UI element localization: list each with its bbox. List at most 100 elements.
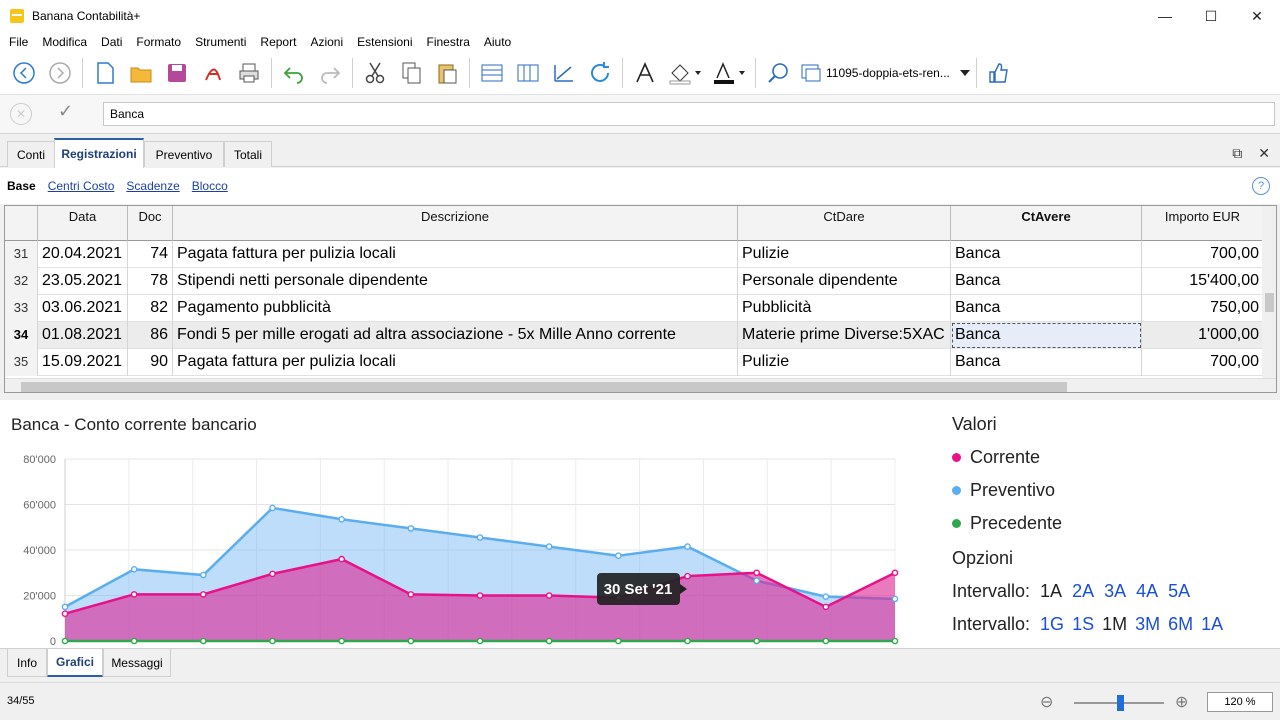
help-icon[interactable]: ?	[1252, 177, 1270, 195]
menu-strumenti[interactable]: Strumenti	[188, 35, 253, 49]
scroll-thumb[interactable]	[1265, 293, 1274, 312]
cell-ctavere-focused[interactable]: Banca	[951, 322, 1142, 349]
cell-importo[interactable]: 750,00	[1142, 295, 1264, 322]
table-row[interactable]: 35 15.09.2021 90 Pagata fattura per puli…	[5, 349, 1264, 376]
zoom-in-icon[interactable]: ⊕	[1175, 692, 1188, 712]
cell-ctavere[interactable]: Banca	[951, 349, 1142, 376]
open-folder-icon[interactable]	[127, 59, 155, 87]
legend-item-precedente[interactable]: Precedente	[952, 513, 1223, 534]
tab-preventivo[interactable]: Preventivo	[144, 141, 224, 167]
cancel-edit-icon[interactable]: ✕	[10, 103, 32, 125]
print-icon[interactable]	[235, 59, 263, 87]
cell-data[interactable]: 23.05.2021	[38, 268, 128, 295]
menu-report[interactable]: Report	[253, 35, 303, 49]
confirm-edit-icon[interactable]: ✓	[58, 101, 73, 122]
subtab-blocco[interactable]: Blocco	[192, 179, 228, 193]
insert-rows-icon[interactable]	[478, 59, 506, 87]
tab-messaggi[interactable]: Messaggi	[103, 649, 171, 677]
subtab-centri-costo[interactable]: Centri Costo	[48, 179, 115, 193]
pdf-icon[interactable]	[199, 59, 227, 87]
header-ctavere[interactable]: CtAvere	[951, 206, 1142, 241]
interval-option[interactable]: 1A	[1040, 581, 1062, 602]
cell-doc[interactable]: 86	[128, 322, 173, 349]
cell-importo[interactable]: 15'400,00	[1142, 268, 1264, 295]
menu-file[interactable]: File	[2, 35, 35, 49]
cell-data[interactable]: 03.06.2021	[38, 295, 128, 322]
interval-option[interactable]: 5A	[1168, 581, 1190, 602]
subtab-base[interactable]: Base	[7, 179, 36, 193]
horizontal-scrollbar[interactable]	[5, 378, 1276, 392]
menu-aiuto[interactable]: Aiuto	[477, 35, 518, 49]
forward-icon[interactable]	[46, 59, 74, 87]
cell-importo[interactable]: 1'000,00	[1142, 322, 1264, 349]
tab-info[interactable]: Info	[7, 649, 47, 677]
back-icon[interactable]	[10, 59, 38, 87]
interval-option[interactable]: 3A	[1104, 581, 1126, 602]
paste-icon[interactable]	[433, 59, 461, 87]
header-descrizione[interactable]: Descrizione	[173, 206, 738, 241]
cell-importo[interactable]: 700,00	[1142, 241, 1264, 268]
cell-descrizione[interactable]: Fondi 5 per mille erogati ad altra assoc…	[173, 322, 738, 349]
font-icon[interactable]	[631, 59, 659, 87]
insert-columns-icon[interactable]	[514, 59, 542, 87]
redo-icon[interactable]	[316, 59, 344, 87]
refresh-icon[interactable]	[586, 59, 614, 87]
minimize-button[interactable]: —	[1142, 0, 1188, 32]
copy-icon[interactable]	[397, 59, 425, 87]
zoom-out-icon[interactable]: ⊖	[1040, 692, 1053, 712]
table-row[interactable]: 31 20.04.2021 74 Pagata fattura per puli…	[5, 241, 1264, 268]
cell-doc[interactable]: 74	[128, 241, 173, 268]
cell-ctdare[interactable]: Materie prime Diverse:5XAC	[738, 322, 951, 349]
cell-ctdare[interactable]: Pubblicità	[738, 295, 951, 322]
menu-finestra[interactable]: Finestra	[420, 35, 477, 49]
search-icon[interactable]	[764, 59, 792, 87]
tab-conti[interactable]: Conti	[7, 141, 55, 167]
cell-descrizione[interactable]: Pagata fattura per pulizia locali	[173, 241, 738, 268]
table-row[interactable]: 32 23.05.2021 78 Stipendi netti personal…	[5, 268, 1264, 295]
cell-doc[interactable]: 90	[128, 349, 173, 376]
zoom-level[interactable]: 120 %	[1207, 692, 1273, 712]
interval-option[interactable]: 1A	[1201, 614, 1223, 635]
legend-item-corrente[interactable]: Corrente	[952, 447, 1223, 468]
menu-estensioni[interactable]: Estensioni	[350, 35, 419, 49]
subtab-scadenze[interactable]: Scadenze	[126, 179, 179, 193]
table-row-selected[interactable]: 34 01.08.2021 86 Fondi 5 per mille eroga…	[5, 322, 1264, 349]
cell-data[interactable]: 20.04.2021	[38, 241, 128, 268]
maximize-button[interactable]: ☐	[1188, 0, 1234, 32]
close-panel-icon[interactable]: ✕	[1258, 145, 1270, 162]
interval-option[interactable]: 6M	[1168, 614, 1193, 635]
cell-doc[interactable]: 82	[128, 295, 173, 322]
interval-option[interactable]: 2A	[1072, 581, 1094, 602]
cut-icon[interactable]	[361, 59, 389, 87]
fill-color-icon[interactable]	[667, 59, 703, 87]
table-row[interactable]: 33 03.06.2021 82 Pagamento pubblicità Pu…	[5, 295, 1264, 322]
interval-option[interactable]: 4A	[1136, 581, 1158, 602]
restore-panel-icon[interactable]: ⧉	[1232, 145, 1242, 162]
cell-data[interactable]: 15.09.2021	[38, 349, 128, 376]
save-icon[interactable]	[163, 59, 191, 87]
zoom-slider-thumb[interactable]	[1117, 695, 1124, 711]
header-ctdare[interactable]: CtDare	[738, 206, 951, 241]
cell-ctdare[interactable]: Pulizie	[738, 241, 951, 268]
legend-item-preventivo[interactable]: Preventivo	[952, 480, 1223, 501]
cell-ctdare[interactable]: Pulizie	[738, 349, 951, 376]
file-selector[interactable]: 11095-doppia-ets-ren...	[800, 59, 972, 87]
menu-formato[interactable]: Formato	[129, 35, 188, 49]
interval-option[interactable]: 1G	[1040, 614, 1064, 635]
cell-ctavere[interactable]: Banca	[951, 241, 1142, 268]
scroll-thumb[interactable]	[21, 382, 1067, 392]
cell-data[interactable]: 01.08.2021	[38, 322, 128, 349]
vertical-scrollbar[interactable]	[1262, 206, 1276, 378]
menu-modifica[interactable]: Modifica	[35, 35, 94, 49]
close-window-button[interactable]: ✕	[1234, 0, 1280, 32]
cell-importo[interactable]: 700,00	[1142, 349, 1264, 376]
header-data[interactable]: Data	[38, 206, 128, 241]
interval-option[interactable]: 1M	[1102, 614, 1127, 635]
tab-grafici[interactable]: Grafici	[47, 649, 103, 677]
header-importo[interactable]: Importo EUR	[1142, 206, 1264, 241]
cell-ctdare[interactable]: Personale dipendente	[738, 268, 951, 295]
cell-descrizione[interactable]: Pagamento pubblicità	[173, 295, 738, 322]
tab-registrazioni[interactable]: Registrazioni	[54, 138, 144, 168]
interval-option[interactable]: 3M	[1135, 614, 1160, 635]
undo-icon[interactable]	[280, 59, 308, 87]
